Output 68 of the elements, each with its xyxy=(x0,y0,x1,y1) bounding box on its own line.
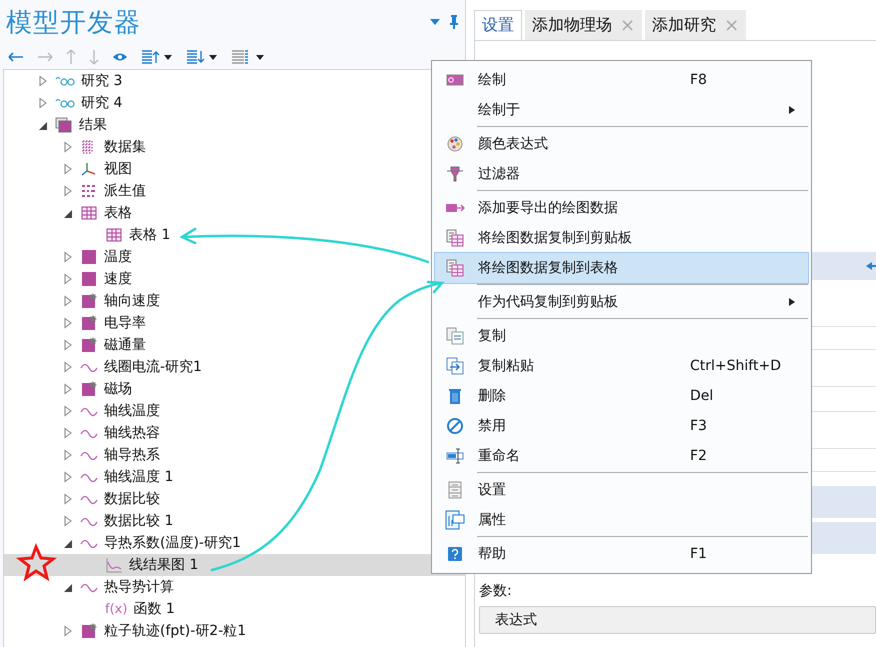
settings-icon xyxy=(448,481,462,499)
square-icon xyxy=(80,623,98,639)
palette-icon xyxy=(447,136,463,152)
tree-item[interactable]: 粒子轨迹(fpt)-研2-粒1 xyxy=(4,620,465,642)
panel-title: 模型开发器 xyxy=(6,6,142,40)
menu-item[interactable]: 将绘图数据复制到表格 xyxy=(435,253,808,283)
square-icon xyxy=(80,315,98,331)
expand-icon[interactable] xyxy=(62,251,74,263)
rename-icon xyxy=(446,448,464,464)
expand-icon[interactable] xyxy=(62,405,74,417)
tab[interactable]: 添加物理场 × xyxy=(525,10,642,40)
table-icon xyxy=(80,205,98,221)
expand-icon[interactable] xyxy=(62,295,74,307)
square-icon xyxy=(80,249,98,265)
eye-icon[interactable] xyxy=(112,52,128,62)
function-icon: f(x) xyxy=(105,602,128,616)
trash-icon xyxy=(448,387,462,405)
square-icon xyxy=(80,381,98,397)
pin-icon[interactable] xyxy=(449,14,459,30)
expand-icon[interactable] xyxy=(62,361,74,373)
square-icon xyxy=(80,337,98,353)
disable-icon xyxy=(446,417,464,435)
expand-icon[interactable] xyxy=(62,273,74,285)
arrow-icon xyxy=(866,261,876,271)
back-arrow-icon[interactable] xyxy=(8,50,24,62)
glasses-icon xyxy=(55,97,75,109)
square-icon xyxy=(80,293,98,309)
star-drawing xyxy=(16,543,57,582)
expand-icon[interactable] xyxy=(62,493,74,505)
expand-icon[interactable] xyxy=(62,163,74,175)
tree-item[interactable]: f(x) 函数 1 xyxy=(4,598,465,620)
results-icon xyxy=(55,117,73,133)
tab[interactable]: 添加研究 × xyxy=(645,10,746,40)
axes-icon xyxy=(80,161,98,177)
copy-icon xyxy=(446,327,464,345)
list-view-icon[interactable] xyxy=(231,48,265,64)
expand-icon[interactable] xyxy=(62,625,74,637)
values-icon xyxy=(80,183,98,199)
expand-icon[interactable] xyxy=(62,185,74,197)
expand-icon[interactable] xyxy=(62,339,74,351)
plot-icon xyxy=(446,74,464,86)
sort-up-icon[interactable] xyxy=(141,48,173,64)
export-icon xyxy=(445,202,465,214)
expand-icon[interactable] xyxy=(62,515,74,527)
square-icon xyxy=(80,271,98,287)
expression-field[interactable]: 表达式 xyxy=(479,606,876,634)
expand-icon[interactable] xyxy=(62,471,74,483)
duplicate-icon xyxy=(446,357,464,375)
copy-to-table-icon xyxy=(446,259,464,277)
expand-icon[interactable] xyxy=(37,75,49,87)
glasses-icon xyxy=(55,75,75,87)
copy-to-clipboard-icon xyxy=(446,229,464,247)
sort-down-icon[interactable] xyxy=(186,48,218,64)
filter-icon xyxy=(446,166,464,182)
table-icon xyxy=(105,227,123,243)
expand-icon[interactable] xyxy=(62,141,74,153)
expand-icon[interactable] xyxy=(62,427,74,439)
expand-icon[interactable] xyxy=(37,97,49,109)
help-icon xyxy=(447,546,463,562)
dropdown-icon[interactable] xyxy=(429,17,441,27)
line-graph-icon xyxy=(105,557,123,573)
expand-icon[interactable] xyxy=(62,449,74,461)
expand-icon[interactable] xyxy=(62,317,74,329)
expand-icon[interactable] xyxy=(62,383,74,395)
tab[interactable]: 设置 xyxy=(474,10,522,40)
properties-icon xyxy=(445,510,465,530)
parameters-label: 参数: xyxy=(479,582,513,600)
tree-item[interactable]: 热导势计算 xyxy=(4,576,465,598)
